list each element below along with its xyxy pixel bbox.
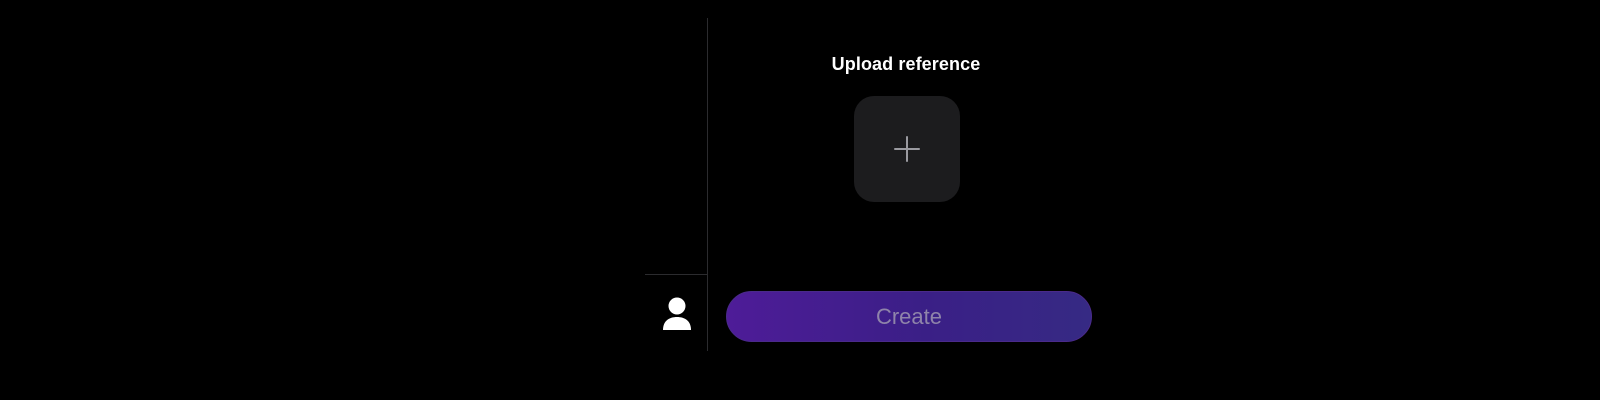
sidebar-divider bbox=[707, 18, 708, 351]
create-button[interactable]: Create bbox=[726, 291, 1092, 342]
upload-reference-button[interactable] bbox=[854, 96, 960, 202]
user-icon bbox=[663, 297, 691, 330]
upload-reference-title: Upload reference bbox=[831, 54, 981, 74]
sidebar-footer-divider bbox=[645, 274, 708, 275]
user-avatar[interactable] bbox=[659, 296, 695, 332]
plus-icon bbox=[894, 136, 920, 162]
app-canvas: Upload reference Create bbox=[0, 0, 1600, 400]
